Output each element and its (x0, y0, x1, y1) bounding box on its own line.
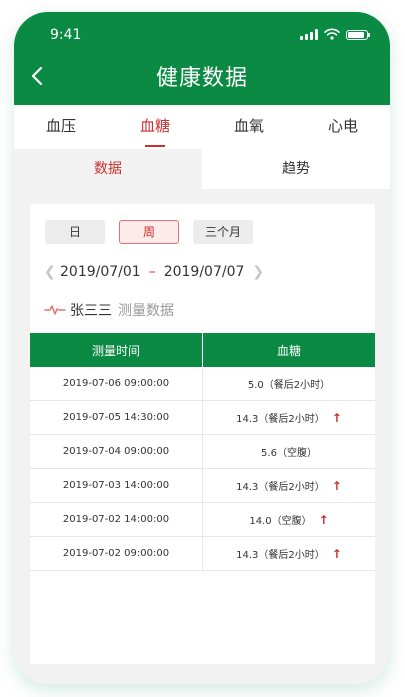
glucose-value: 5.0（餐后2小时） (247, 380, 331, 391)
glucose-value: 5.6（空腹） (261, 448, 317, 459)
arrow-up-icon: ↑ (331, 411, 342, 425)
table-row: 2019-07-02 14:00:00 14.0（空腹） ↑ (30, 502, 375, 537)
glucose-value-cell: 14.0（空腹） ↑ (202, 502, 375, 537)
view-subtabs: 数据 趋势 (14, 149, 390, 189)
chevron-left-icon[interactable]: ❮ (44, 264, 60, 280)
glucose-value-cell: 5.6（空腹） (202, 434, 375, 469)
column-header-glucose: 血糖 (202, 333, 375, 367)
table-row: 2019-07-02 09:00:00 14.3（餐后2小时） ↑ (30, 536, 375, 571)
table-header-row: 测量时间 血糖 (30, 333, 375, 367)
measurement-time-cell: 2019-07-05 14:30:00 (30, 400, 203, 435)
person-name: 张三三 (70, 303, 112, 319)
period-week-button[interactable]: 周 (119, 220, 179, 244)
table-row: 2019-07-03 14:00:00 14.3（餐后2小时） ↑ (30, 468, 375, 503)
status-bar: 9:41 (14, 12, 390, 56)
status-time: 9:41 (50, 27, 82, 43)
phone-frame: 9:41 健康数据 血压 血糖 血氧 心电 数据 趋势 日 周 三个月 ❮ 20… (14, 12, 390, 684)
subtab-trend[interactable]: 趋势 (202, 149, 390, 189)
subtab-data[interactable]: 数据 (14, 149, 202, 189)
arrow-up-icon: ↑ (331, 479, 342, 493)
arrow-up-icon: ↑ (318, 513, 329, 527)
date-range-row: ❮ 2019/07/01 – 2019/07/07 ❯ (44, 262, 268, 282)
period-selector: 日 周 三个月 (45, 220, 253, 244)
tab-blood-oxygen[interactable]: 血氧 (202, 105, 296, 149)
date-start: 2019/07/01 (60, 264, 141, 280)
table-row: 2019-07-06 09:00:00 5.0（餐后2小时） (30, 367, 375, 401)
period-three-months-button[interactable]: 三个月 (193, 220, 253, 244)
signal-icon (300, 29, 318, 40)
glucose-value-cell: 5.0（餐后2小时） (202, 367, 375, 401)
glucose-value: 14.3（餐后2小时） (236, 482, 325, 493)
measurement-time-cell: 2019-07-02 09:00:00 (30, 536, 203, 571)
date-end: 2019/07/07 (163, 264, 245, 280)
table-row: 2019-07-04 09:00:00 5.6（空腹） (30, 434, 375, 469)
category-tabs: 血压 血糖 血氧 心电 (14, 105, 390, 150)
status-icons (300, 28, 370, 40)
arrow-up-icon: ↑ (331, 547, 342, 561)
battery-icon (346, 30, 370, 40)
glucose-value-cell: 14.3（餐后2小时） ↑ (202, 400, 375, 435)
tab-blood-pressure[interactable]: 血压 (14, 105, 108, 149)
measurement-time-cell: 2019-07-02 14:00:00 (30, 502, 203, 537)
date-separator: – (148, 264, 156, 280)
column-header-time: 测量时间 (30, 333, 203, 367)
measurement-table: 测量时间 血糖 2019-07-06 09:00:00 5.0（餐后2小时） 201… (30, 333, 375, 571)
page-title: 健康数据 (155, 66, 248, 91)
glucose-value: 14.3（餐后2小时） (236, 550, 325, 561)
period-day-button[interactable]: 日 (45, 220, 105, 244)
glucose-value: 14.0（空腹） (249, 516, 312, 527)
measurement-time-cell: 2019-07-06 09:00:00 (30, 367, 203, 401)
tab-blood-glucose[interactable]: 血糖 (108, 105, 202, 149)
measurement-time-cell: 2019-07-04 09:00:00 (30, 434, 203, 469)
wifi-icon (324, 28, 340, 40)
glucose-value-cell: 14.3（餐后2小时） ↑ (202, 536, 375, 571)
chevron-right-icon[interactable]: ❯ (252, 264, 268, 280)
measurement-label: 测量数据 (118, 303, 174, 319)
person-row: 张三三 测量数据 (44, 300, 174, 320)
tab-ecg[interactable]: 心电 (296, 105, 390, 149)
data-card: 日 周 三个月 ❮ 2019/07/01 – 2019/07/07 ❯ 张三三 … (30, 204, 375, 664)
glucose-value-cell: 14.3（餐后2小时） ↑ (202, 468, 375, 503)
heartbeat-icon (44, 305, 66, 315)
measurement-time-cell: 2019-07-03 14:00:00 (30, 468, 203, 503)
glucose-value: 14.3（餐后2小时） (236, 414, 325, 425)
table-row: 2019-07-05 14:30:00 14.3（餐后2小时） ↑ (30, 400, 375, 435)
